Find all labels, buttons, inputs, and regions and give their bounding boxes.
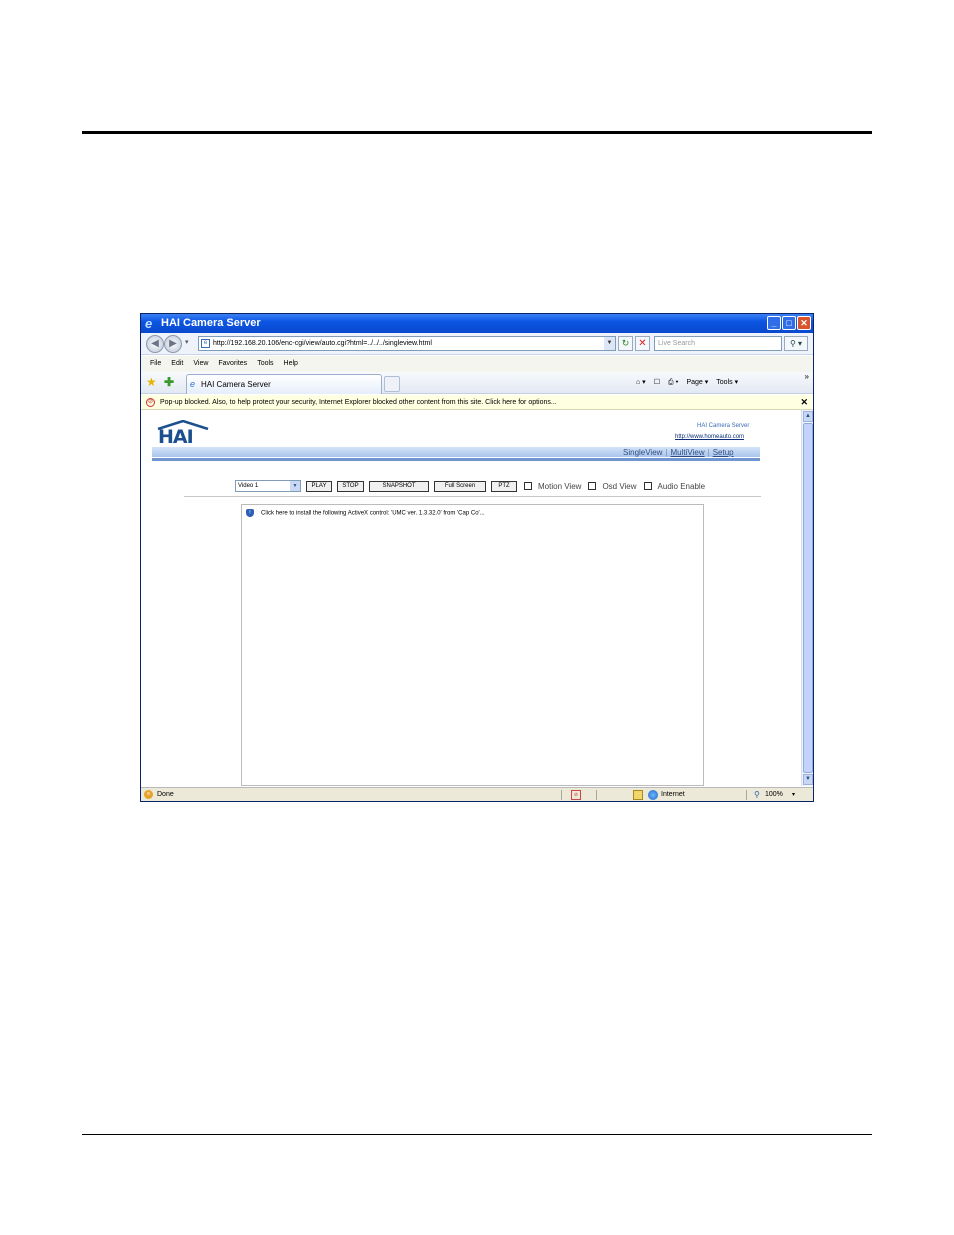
popup-blocked-icon: ⊘ xyxy=(146,398,155,407)
logo-text: HAI xyxy=(158,426,194,448)
page-icon: e xyxy=(201,339,210,348)
infobar-close-icon[interactable]: ✕ xyxy=(800,395,808,410)
minimize-button[interactable]: _ xyxy=(767,316,781,330)
address-url: http://192.168.20.106/enc-cgi/view/auto.… xyxy=(213,340,432,347)
protected-mode-icon xyxy=(633,790,643,800)
video-area[interactable]: ! Click here to install the following Act… xyxy=(241,504,704,786)
new-tab-button[interactable] xyxy=(384,376,400,392)
window-title: HAI Camera Server xyxy=(161,317,261,329)
status-divider xyxy=(596,790,597,800)
infobar-text: Pop-up blocked. Also, to help protect yo… xyxy=(160,399,557,406)
video-source-value: Video 1 xyxy=(238,483,259,489)
menu-file[interactable]: File xyxy=(150,356,161,372)
audio-enable-checkbox[interactable] xyxy=(643,482,652,490)
motion-view-checkbox[interactable] xyxy=(524,482,532,490)
activex-install-prompt[interactable]: ! Click here to install the following Act… xyxy=(246,509,485,519)
add-favorite-icon[interactable]: ✚ xyxy=(164,375,174,389)
video-controls: Video 1 ▼ PLAY STOP SNAPSHOT Full Screen… xyxy=(235,480,705,492)
stop-button[interactable]: ✕ xyxy=(635,336,650,351)
browser-window: e HAI Camera Server _ □ ✕ ◀ ▶ ▾ e http:/… xyxy=(140,313,814,802)
refresh-button[interactable]: ↻ xyxy=(618,336,633,351)
address-toolbar: ◀ ▶ ▾ e http://192.168.20.106/enc-cgi/vi… xyxy=(141,333,813,355)
motion-view-label: Motion View xyxy=(538,481,582,491)
vertical-scrollbar[interactable]: ▲ ▼ xyxy=(801,410,813,786)
page-done-icon: e xyxy=(144,790,153,799)
controls-divider xyxy=(184,496,761,497)
page-viewport: HAI HAI Camera Server http://www.homeaut… xyxy=(141,410,801,786)
back-button[interactable]: ◀ xyxy=(146,335,164,353)
zoom-dropdown-icon[interactable]: ▾ xyxy=(792,788,795,801)
status-bar: e Done ⊘ Internet ⚲ 100% ▾ xyxy=(141,787,813,801)
scroll-up-icon[interactable]: ▲ xyxy=(803,411,813,422)
page-menu-button[interactable]: Page ▾ xyxy=(686,376,708,390)
nav-multiview[interactable]: MultiView xyxy=(671,448,705,457)
osd-view-label: Osd View xyxy=(602,481,637,491)
title-bar[interactable]: e HAI Camera Server _ □ ✕ xyxy=(141,314,813,333)
nav-band-underline xyxy=(152,458,760,461)
status-divider xyxy=(746,790,747,800)
address-input[interactable]: e http://192.168.20.106/enc-cgi/view/aut… xyxy=(198,336,616,351)
search-button[interactable]: ⚲ ▾ xyxy=(784,336,808,351)
osd-view-checkbox[interactable] xyxy=(588,482,597,490)
favorites-bar: ★ ✚ e HAI Camera Server ⌂ ▾ ☐ ⎙ ▾ Page ▾… xyxy=(141,372,813,394)
search-input[interactable]: Live Search xyxy=(654,336,782,351)
nav-separator: | xyxy=(707,448,710,457)
zoom-level[interactable]: 100% xyxy=(765,788,783,801)
nav-singleview[interactable]: SingleView xyxy=(623,448,662,457)
menu-bar: File Edit View Favorites Tools Help xyxy=(141,356,813,372)
print-button[interactable]: ⎙ ▾ xyxy=(668,376,679,390)
maximize-button[interactable]: □ xyxy=(782,316,796,330)
top-rule xyxy=(82,131,872,134)
scroll-down-icon[interactable]: ▼ xyxy=(803,774,813,785)
command-bar: ⌂ ▾ ☐ ⎙ ▾ Page ▾ Tools ▾ xyxy=(636,376,738,390)
favorites-star-icon[interactable]: ★ xyxy=(146,375,157,389)
address-dropdown-icon[interactable]: ▼ xyxy=(604,337,615,350)
nav-setup[interactable]: Setup xyxy=(713,448,734,457)
popup-blocked-status-icon[interactable]: ⊘ xyxy=(571,790,581,800)
snapshot-button[interactable]: SNAPSHOT xyxy=(369,480,429,492)
menu-favorites[interactable]: Favorites xyxy=(218,356,247,372)
status-text: Done xyxy=(157,791,174,798)
tab-ie-icon: e xyxy=(190,379,196,389)
full-screen-button[interactable]: Full Screen xyxy=(434,480,486,492)
history-dropdown-icon[interactable]: ▾ xyxy=(185,338,189,346)
home-button[interactable]: ⌂ ▾ xyxy=(636,376,646,390)
audio-enable-label: Audio Enable xyxy=(657,481,706,491)
internet-zone-icon xyxy=(648,790,658,800)
scroll-thumb[interactable] xyxy=(803,423,813,773)
play-button[interactable]: PLAY xyxy=(306,480,332,492)
nav-separator: | xyxy=(665,448,668,457)
ie-logo-icon: e xyxy=(145,316,153,331)
tab-title: HAI Camera Server xyxy=(201,380,271,389)
popup-blocked-infobar[interactable]: ⊘ Pop-up blocked. Also, to help protect … xyxy=(141,395,813,410)
tools-menu-button[interactable]: Tools ▾ xyxy=(716,376,738,390)
menu-view[interactable]: View xyxy=(193,356,208,372)
video-source-select[interactable]: Video 1 ▼ xyxy=(235,480,301,492)
close-button[interactable]: ✕ xyxy=(797,316,811,330)
menu-tools[interactable]: Tools xyxy=(257,356,273,372)
zoom-icon[interactable]: ⚲ xyxy=(754,788,760,801)
status-divider xyxy=(561,790,562,800)
toolbar-overflow-icon[interactable]: » xyxy=(805,372,809,381)
shield-icon: ! xyxy=(246,509,254,517)
hai-logo: HAI xyxy=(157,420,209,450)
menu-edit[interactable]: Edit xyxy=(171,356,183,372)
chevron-down-icon[interactable]: ▼ xyxy=(290,481,300,491)
ptz-button[interactable]: PTZ xyxy=(491,480,517,492)
brand-name: HAI Camera Server xyxy=(697,423,750,429)
menu-help[interactable]: Help xyxy=(284,356,298,372)
view-nav: SingleView | MultiView | Setup xyxy=(623,448,734,457)
activex-message: Click here to install the following Acti… xyxy=(261,510,485,517)
tab-hai-camera-server[interactable]: e HAI Camera Server xyxy=(186,374,382,394)
brand-url-link[interactable]: http://www.homeauto.com xyxy=(675,434,744,440)
feeds-button[interactable]: ☐ xyxy=(654,376,660,390)
stop-video-button[interactable]: STOP xyxy=(337,480,364,492)
bottom-rule xyxy=(82,1134,872,1135)
security-zone: Internet xyxy=(661,791,685,798)
forward-button[interactable]: ▶ xyxy=(164,335,182,353)
